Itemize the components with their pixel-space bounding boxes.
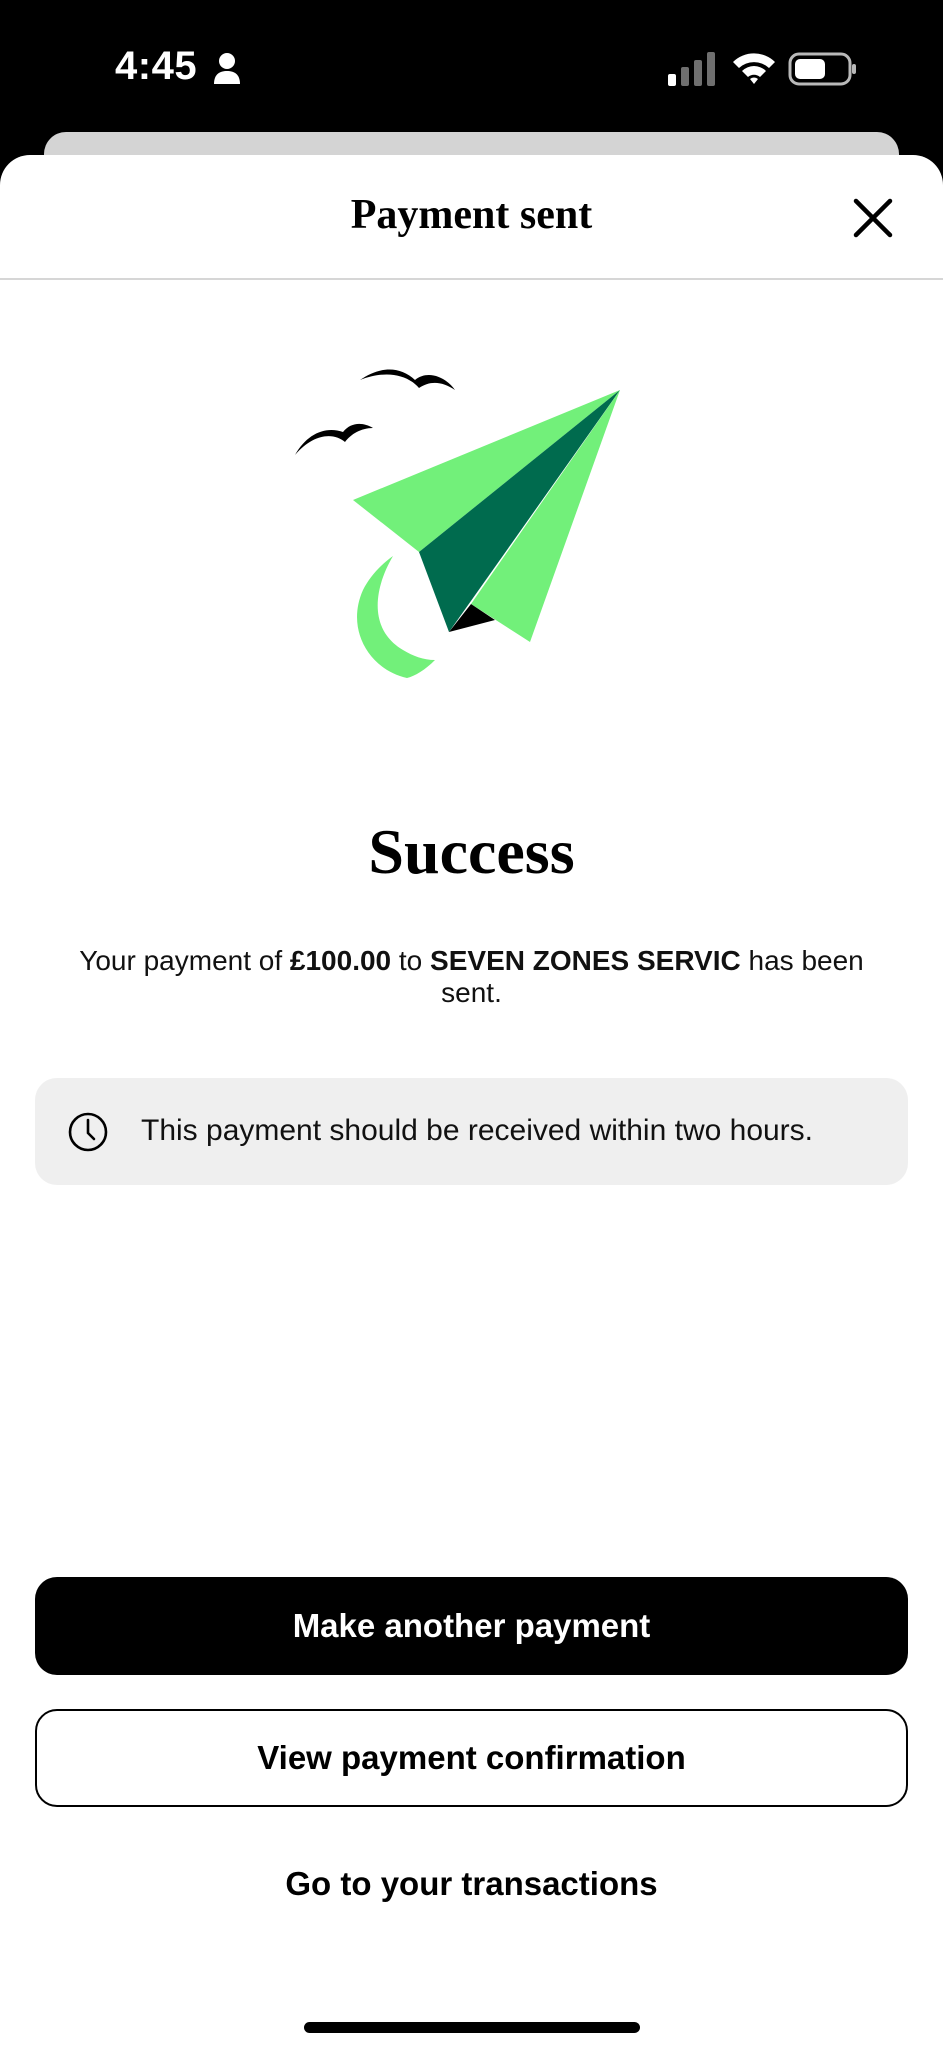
clock-icon [68, 1112, 108, 1152]
battery-icon [788, 52, 856, 86]
make-another-payment-button[interactable]: Make another payment [35, 1577, 908, 1675]
payment-message: Your payment of £100.00 to SEVEN ZONES S… [55, 945, 888, 1009]
trail-swoosh [357, 556, 435, 678]
home-indicator[interactable] [304, 2022, 640, 2033]
page-title: Payment sent [350, 192, 593, 238]
sheet-header: Payment sent [0, 155, 943, 280]
status-bar: 4:45 [0, 0, 943, 130]
payment-amount: £100.00 [289, 945, 392, 976]
paper-plane-illustration [295, 369, 620, 678]
signal-icon [668, 52, 715, 86]
screen: 4:45 Payment sent Success Your payment o… [0, 0, 943, 2048]
recipient-name: SEVEN ZONES SERVIC [430, 945, 741, 976]
person-icon [214, 53, 240, 84]
close-icon[interactable] [848, 193, 898, 243]
go-to-transactions-link[interactable]: Go to your transactions [0, 1865, 943, 1903]
payment-sent-sheet: Payment sent Success Your payment of £10… [0, 155, 943, 2048]
wifi-icon [733, 53, 775, 84]
view-payment-confirmation-button[interactable]: View payment confirmation [35, 1709, 908, 1807]
delivery-info-text: This payment should be received within t… [141, 1114, 814, 1147]
status-time: 4:45 [115, 44, 198, 88]
bird-icon [360, 369, 455, 390]
message-prefix: Your payment of [79, 945, 290, 976]
delivery-info-box: This payment should be received within t… [35, 1078, 908, 1185]
bird-icon [295, 423, 373, 455]
message-middle: to [391, 945, 431, 976]
success-heading: Success [368, 816, 575, 887]
